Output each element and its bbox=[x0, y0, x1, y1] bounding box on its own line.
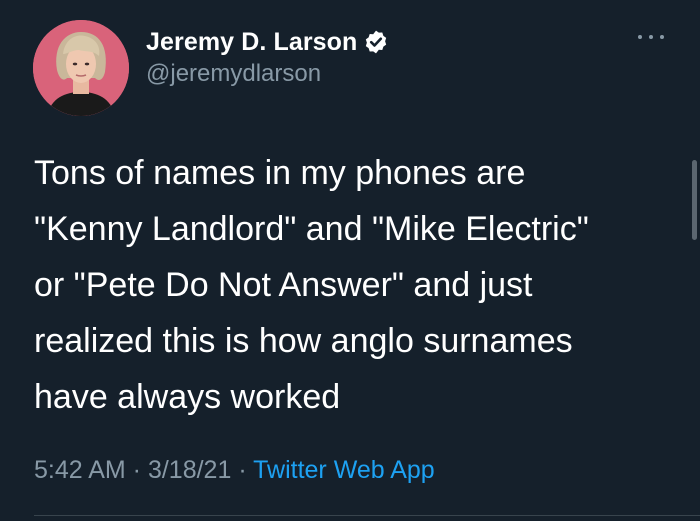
avatar[interactable] bbox=[33, 20, 129, 116]
tweet-time[interactable]: 5:42 AM bbox=[34, 456, 126, 484]
author-display-name[interactable]: Jeremy D. Larson bbox=[146, 28, 357, 57]
author-name-row[interactable]: Jeremy D. Larson bbox=[146, 27, 389, 57]
divider bbox=[34, 515, 700, 516]
meta-separator: · bbox=[231, 456, 254, 484]
avatar-image bbox=[33, 20, 129, 116]
scrollbar[interactable] bbox=[692, 160, 697, 240]
meta-separator: · bbox=[125, 456, 148, 484]
verified-badge-icon bbox=[363, 29, 389, 55]
more-dot bbox=[649, 35, 653, 39]
more-dot bbox=[638, 35, 642, 39]
tweet-card: Jeremy D. Larson @jeremydlarson Tons of … bbox=[0, 0, 700, 521]
tweet-source-link[interactable]: Twitter Web App bbox=[253, 456, 435, 484]
author-handle[interactable]: @jeremydlarson bbox=[146, 60, 321, 88]
tweet-date[interactable]: 3/18/21 bbox=[148, 456, 231, 484]
more-dots-icon[interactable] bbox=[638, 30, 664, 44]
tweet-text: Tons of names in my phones are "Kenny La… bbox=[34, 154, 589, 416]
more-dot bbox=[660, 35, 664, 39]
tweet-meta: 5:42 AM · 3/18/21 · Twitter Web App bbox=[34, 456, 435, 485]
